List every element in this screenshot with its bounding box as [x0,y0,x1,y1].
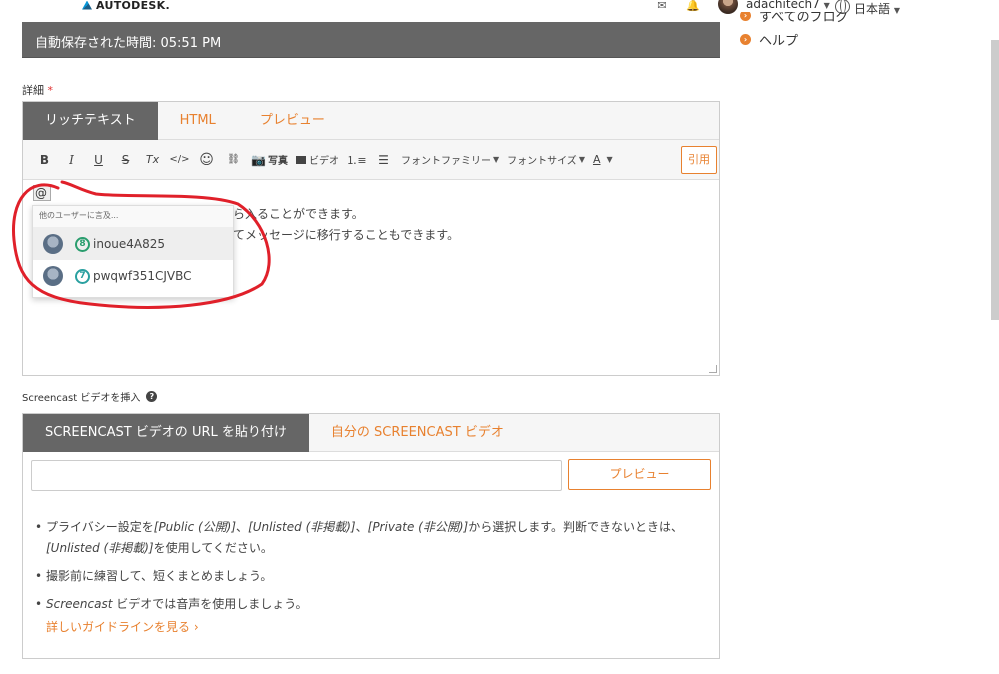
chevron-down-icon: ▼ [893,6,900,15]
screencast-tabs: SCREENCAST ビデオの URL を貼り付け 自分の SCREENCAST… [23,414,719,452]
mention-option[interactable]: 8 inoue4A825 [33,228,233,260]
user-name: adachitech7 [746,0,820,11]
quote-button[interactable]: 引用 [681,146,717,174]
bullet-list-button[interactable]: ☰ [370,150,397,170]
list-item: • プライバシー設定を[Public (公開)]、[Unlisted (非掲載)… [35,517,705,559]
bold-button[interactable]: B [31,150,58,170]
bullet-text: [Public (公開)] [153,520,237,534]
list-item: • 撮影前に練習して、短くまとめましょう。 [35,566,705,587]
font-family-dropdown[interactable]: フォントファミリー ▼ [397,150,503,170]
link-icon: ⛓ [227,154,240,165]
strikethrough-button[interactable]: S [112,150,139,170]
editor-tabs: リッチテキスト HTML プレビュー [23,102,719,140]
photo-label: 写真 [267,156,288,167]
editor-toolbar: B I U S Tx </> ☺ ⛓ 📷 写真 ビデオ ⒈≡ ☰ フォントファミ… [23,140,719,180]
code-button[interactable]: </> [166,150,193,170]
required-mark: * [47,84,54,97]
arrow-right-icon: › [740,34,751,45]
bell-icon[interactable]: 🔔 [686,0,700,12]
help-icon[interactable]: ? [146,391,158,402]
autodesk-logo[interactable]: AUTODESK. [82,0,170,12]
right-link-label: ヘルプ [759,34,799,49]
numbered-list-button[interactable]: ⒈≡ [343,150,370,170]
bullet-dot: • [35,520,43,534]
language-label: 日本語 [854,2,891,16]
bullet-text: Screencast [46,597,113,611]
bullet-text: 、 [236,520,249,534]
language-selector[interactable]: 日本語 ▼ [854,0,900,17]
bullet-text: ビデオでは音声を使用しましょう。 [112,597,308,611]
chevron-down-icon: ▼ [823,1,830,10]
rank-badge: 8 [75,236,90,252]
font-family-label: フォントファミリー [400,156,491,167]
screencast-label-text: Screencast ビデオを挿入 [22,393,141,404]
numbered-list-icon: ⒈≡ [346,153,367,167]
mention-popup-header: 他のユーザーに言及... [33,206,233,228]
chevron-down-icon: ▼ [492,155,500,164]
link-button[interactable]: ⛓ [220,150,247,170]
clear-format-button[interactable]: Tx [139,150,166,170]
avatar [43,266,63,286]
page-scrollbar[interactable] [991,40,999,320]
guideline-list: • プライバシー設定を[Public (公開)]、[Unlisted (非掲載)… [35,517,705,638]
mention-popup: 他のユーザーに言及... 8 inoue4A825 7 pwqwf351CJVB… [32,205,234,298]
font-color-dropdown[interactable]: A ▼ [589,150,617,170]
user-menu[interactable]: adachitech7 ▼ [746,0,830,11]
chevron-down-icon: ▼ [578,155,585,164]
bullet-dot: • [35,597,43,611]
bullet-text: プライバシー設定を [46,520,154,534]
screencast-preview-button[interactable]: プレビュー [568,459,711,490]
video-camera-icon [295,155,306,164]
mention-option[interactable]: 7 pwqwf351CJVBC [33,260,233,292]
avatar [43,234,63,254]
bullet-list-icon: ☰ [378,152,389,167]
font-size-label: フォントサイズ [507,156,577,167]
bullet-dot: • [35,569,43,583]
bullet-text: [Unlisted (非掲載)] [46,541,154,555]
font-color-label: A [592,153,601,166]
guidelines-link[interactable]: 詳しいガイドラインを見る › [46,617,705,638]
tab-my-screencast[interactable]: 自分の SCREENCAST ビデオ [309,414,526,452]
screencast-url-input[interactable] [31,460,562,491]
editor-text-line: ら入ることができます。 [233,207,364,221]
bullet-text: から選択します。判断できないときは、 [468,520,684,534]
photo-button[interactable]: 📷 写真 [247,150,292,170]
tab-preview[interactable]: プレビュー [238,102,347,140]
details-label: 詳細 * [22,82,53,98]
video-button[interactable]: ビデオ [292,150,343,170]
list-item: • Screencast ビデオでは音声を使用しましょう。 [35,594,705,615]
screencast-panel: SCREENCAST ビデオの URL を貼り付け 自分の SCREENCAST… [22,413,720,659]
tab-paste-url[interactable]: SCREENCAST ビデオの URL を貼り付け [23,414,309,452]
font-size-dropdown[interactable]: フォントサイズ ▼ [503,150,589,170]
camera-icon: 📷 [251,152,266,167]
bullet-text: 撮影前に練習して、短くまとめましょう。 [46,569,273,583]
autosave-status: 自動保存された時間: 05:51 PM [22,22,720,58]
bullet-text: を使用してください。 [153,541,273,555]
video-label: ビデオ [308,156,339,167]
italic-button[interactable]: I [58,150,85,170]
right-link-help[interactable]: › ヘルプ [740,30,798,49]
editor-text-line: てメッセージに移行することもできます。 [233,228,460,242]
mail-icon[interactable]: ✉ [656,0,668,12]
list-item-text: Screencast ビデオでは音声を使用しましょう。 [46,594,308,615]
screencast-label: Screencast ビデオを挿入 ? [22,389,158,404]
resize-handle[interactable] [709,365,717,373]
bullet-text: [Unlisted (非掲載)] [248,520,356,534]
mention-trigger: @ [33,185,51,201]
mention-user-name: pwqwf351CJVBC [93,269,192,283]
emoji-button[interactable]: ☺ [193,150,220,170]
rank-badge: 7 [75,268,90,284]
bullet-text: 、 [355,520,368,534]
underline-button[interactable]: U [85,150,112,170]
logo-text: AUTODESK. [96,0,170,12]
bullet-text: [Private (非公開)] [367,520,469,534]
list-item-text: プライバシー設定を[Public (公開)]、[Unlisted (非掲載)]、… [46,517,683,559]
chevron-down-icon: ▼ [606,155,613,164]
mention-user-name: inoue4A825 [93,237,166,251]
tab-rich-text[interactable]: リッチテキスト [23,102,158,140]
tab-html[interactable]: HTML [158,102,238,140]
autodesk-logo-icon [82,0,92,10]
details-label-text: 詳細 [22,84,44,97]
